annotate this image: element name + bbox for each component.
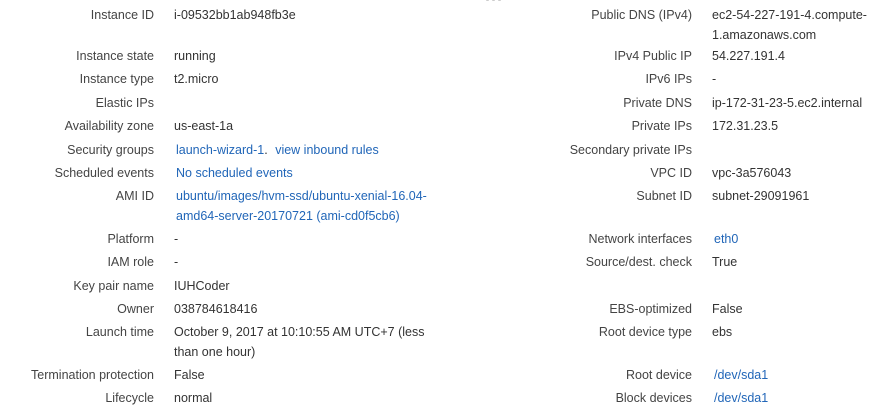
value-private-dns: ip-172-31-23-5.ec2.internal [712, 96, 863, 110]
row-key-pair-name: Key pair name IUHCoder [0, 276, 464, 296]
row-instance-state: Instance state running [0, 46, 464, 66]
value-subnet-id: subnet-29091961 [712, 189, 810, 203]
block-devices-link[interactable]: /dev/sda1 [714, 388, 884, 408]
row-iam-role: IAM role - [0, 252, 464, 272]
label-ebs-optimized: EBS-optimized [609, 302, 692, 316]
row-ipv6-ips: IPv6 IPs - [492, 69, 882, 89]
row-subnet-id: Subnet ID subnet-29091961 [492, 186, 882, 206]
value-key-pair-name: IUHCoder [174, 279, 230, 293]
row-instance-id: Instance ID i-09532bb1ab948fb3e [0, 5, 464, 25]
row-ebs-optimized: EBS-optimized False [492, 299, 882, 319]
public-dns-line-2: 1.amazonaws.com [712, 28, 817, 42]
value-security-groups: launch-wizard-1. view inbound rules [176, 140, 466, 160]
row-availability-zone: Availability zone us-east-1a [0, 116, 464, 136]
value-root-device-type: ebs [712, 325, 733, 339]
launch-time-line-1: October 9, 2017 at 10:10:55 AM UTC+7 (le… [174, 325, 425, 339]
label-source-dest-check: Source/dest. check [585, 255, 692, 269]
value-availability-zone: us-east-1a [174, 119, 234, 133]
value-instance-type: t2.micro [174, 72, 219, 86]
row-root-device: Root device /dev/sda1 [492, 365, 884, 385]
scheduled-events-link[interactable]: No scheduled events [176, 163, 466, 183]
label-public-dns: Public DNS (IPv4) [591, 8, 692, 22]
label-root-device-type: Root device type [598, 325, 692, 339]
value-ipv4-public-ip: 54.227.191.4 [712, 49, 785, 63]
row-block-devices: Block devices /dev/sda1 [492, 388, 884, 408]
value-ipv6-ips: - [712, 72, 717, 86]
label-launch-time: Launch time [85, 325, 154, 339]
row-owner: Owner 038784618416 [0, 299, 464, 319]
row-secondary-private-ips: Secondary private IPs [492, 140, 882, 160]
label-block-devices: Block devices [615, 391, 692, 405]
ami-id-line-2: amd64-server-20170721 (ami-cd0f5cb6) [176, 209, 400, 223]
ami-id-line-1: ubuntu/images/hvm-ssd/ubuntu-xenial-16.0… [176, 189, 427, 203]
row-public-dns: Public DNS (IPv4) ec2-54-227-191-4.compu… [492, 5, 882, 45]
row-private-dns: Private DNS ip-172-31-23-5.ec2.internal [492, 93, 882, 113]
label-owner: Owner [117, 302, 154, 316]
network-interface-link[interactable]: eth0 [714, 229, 884, 249]
row-source-dest-check: Source/dest. check True [492, 252, 882, 272]
ami-id-link[interactable]: ubuntu/images/hvm-ssd/ubuntu-xenial-16.0… [176, 186, 466, 226]
label-ipv6-ips: IPv6 IPs [645, 72, 692, 86]
public-dns-line-1: ec2-54-227-191-4.compute- [712, 8, 867, 22]
value-source-dest-check: True [712, 255, 738, 269]
row-elastic-ips: Elastic IPs [0, 93, 464, 113]
row-root-device-type: Root device type ebs [492, 322, 882, 342]
view-inbound-rules-link[interactable]: view inbound rules [275, 143, 379, 157]
launch-time-line-2: than one hour) [174, 345, 256, 359]
row-vpc-id: VPC ID vpc-3a576043 [492, 163, 882, 183]
value-ebs-optimized: False [712, 302, 743, 316]
row-private-ips: Private IPs 172.31.23.5 [492, 116, 882, 136]
label-key-pair-name: Key pair name [73, 279, 154, 293]
value-instance-id: i-09532bb1ab948fb3e [174, 8, 296, 22]
row-scheduled-events: Scheduled events No scheduled events [0, 163, 466, 183]
label-iam-role: IAM role [107, 255, 154, 269]
label-network-interfaces: Network interfaces [588, 232, 692, 246]
row-ipv4-public-ip: IPv4 Public IP 54.227.191.4 [492, 46, 882, 66]
label-instance-id: Instance ID [90, 8, 154, 22]
value-lifecycle: normal [174, 391, 213, 405]
row-lifecycle: Lifecycle normal [0, 388, 464, 408]
value-public-dns: ec2-54-227-191-4.compute- 1.amazonaws.co… [712, 5, 882, 45]
label-subnet-id: Subnet ID [636, 189, 692, 203]
resize-handle-icon[interactable] [486, 0, 501, 1]
label-scheduled-events: Scheduled events [54, 166, 154, 180]
row-network-interfaces: Network interfaces eth0 [492, 229, 884, 249]
label-vpc-id: VPC ID [650, 166, 692, 180]
label-private-dns: Private DNS [623, 96, 692, 110]
value-private-ips: 172.31.23.5 [712, 119, 779, 133]
label-ami-id: AMI ID [115, 189, 154, 203]
label-instance-type: Instance type [79, 72, 154, 86]
security-group-separator: . [264, 143, 268, 157]
label-termination-protection: Termination protection [31, 368, 154, 382]
label-lifecycle: Lifecycle [105, 391, 154, 405]
value-instance-state: running [174, 49, 216, 63]
security-group-link[interactable]: launch-wizard-1 [176, 143, 264, 157]
row-security-groups: Security groups launch-wizard-1. view in… [0, 140, 466, 160]
value-vpc-id: vpc-3a576043 [712, 166, 792, 180]
row-instance-type: Instance type t2.micro [0, 69, 464, 89]
label-instance-state: Instance state [76, 49, 154, 63]
label-platform: Platform [107, 232, 154, 246]
root-device-link[interactable]: /dev/sda1 [714, 365, 884, 385]
row-platform: Platform - [0, 229, 464, 249]
row-launch-time: Launch time October 9, 2017 at 10:10:55 … [0, 322, 464, 362]
row-termination-protection: Termination protection False [0, 365, 464, 385]
value-termination-protection: False [174, 368, 205, 382]
value-owner: 038784618416 [174, 302, 258, 316]
label-availability-zone: Availability zone [64, 119, 154, 133]
label-secondary-private-ips: Secondary private IPs [569, 143, 692, 157]
label-ipv4-public-ip: IPv4 Public IP [614, 49, 692, 63]
value-platform: - [174, 232, 179, 246]
value-launch-time: October 9, 2017 at 10:10:55 AM UTC+7 (le… [174, 322, 464, 362]
value-iam-role: - [174, 255, 179, 269]
label-root-device: Root device [625, 368, 692, 382]
label-security-groups: Security groups [67, 143, 154, 157]
label-elastic-ips: Elastic IPs [95, 96, 154, 110]
label-private-ips: Private IPs [631, 119, 692, 133]
row-ami-id: AMI ID ubuntu/images/hvm-ssd/ubuntu-xeni… [0, 186, 466, 226]
